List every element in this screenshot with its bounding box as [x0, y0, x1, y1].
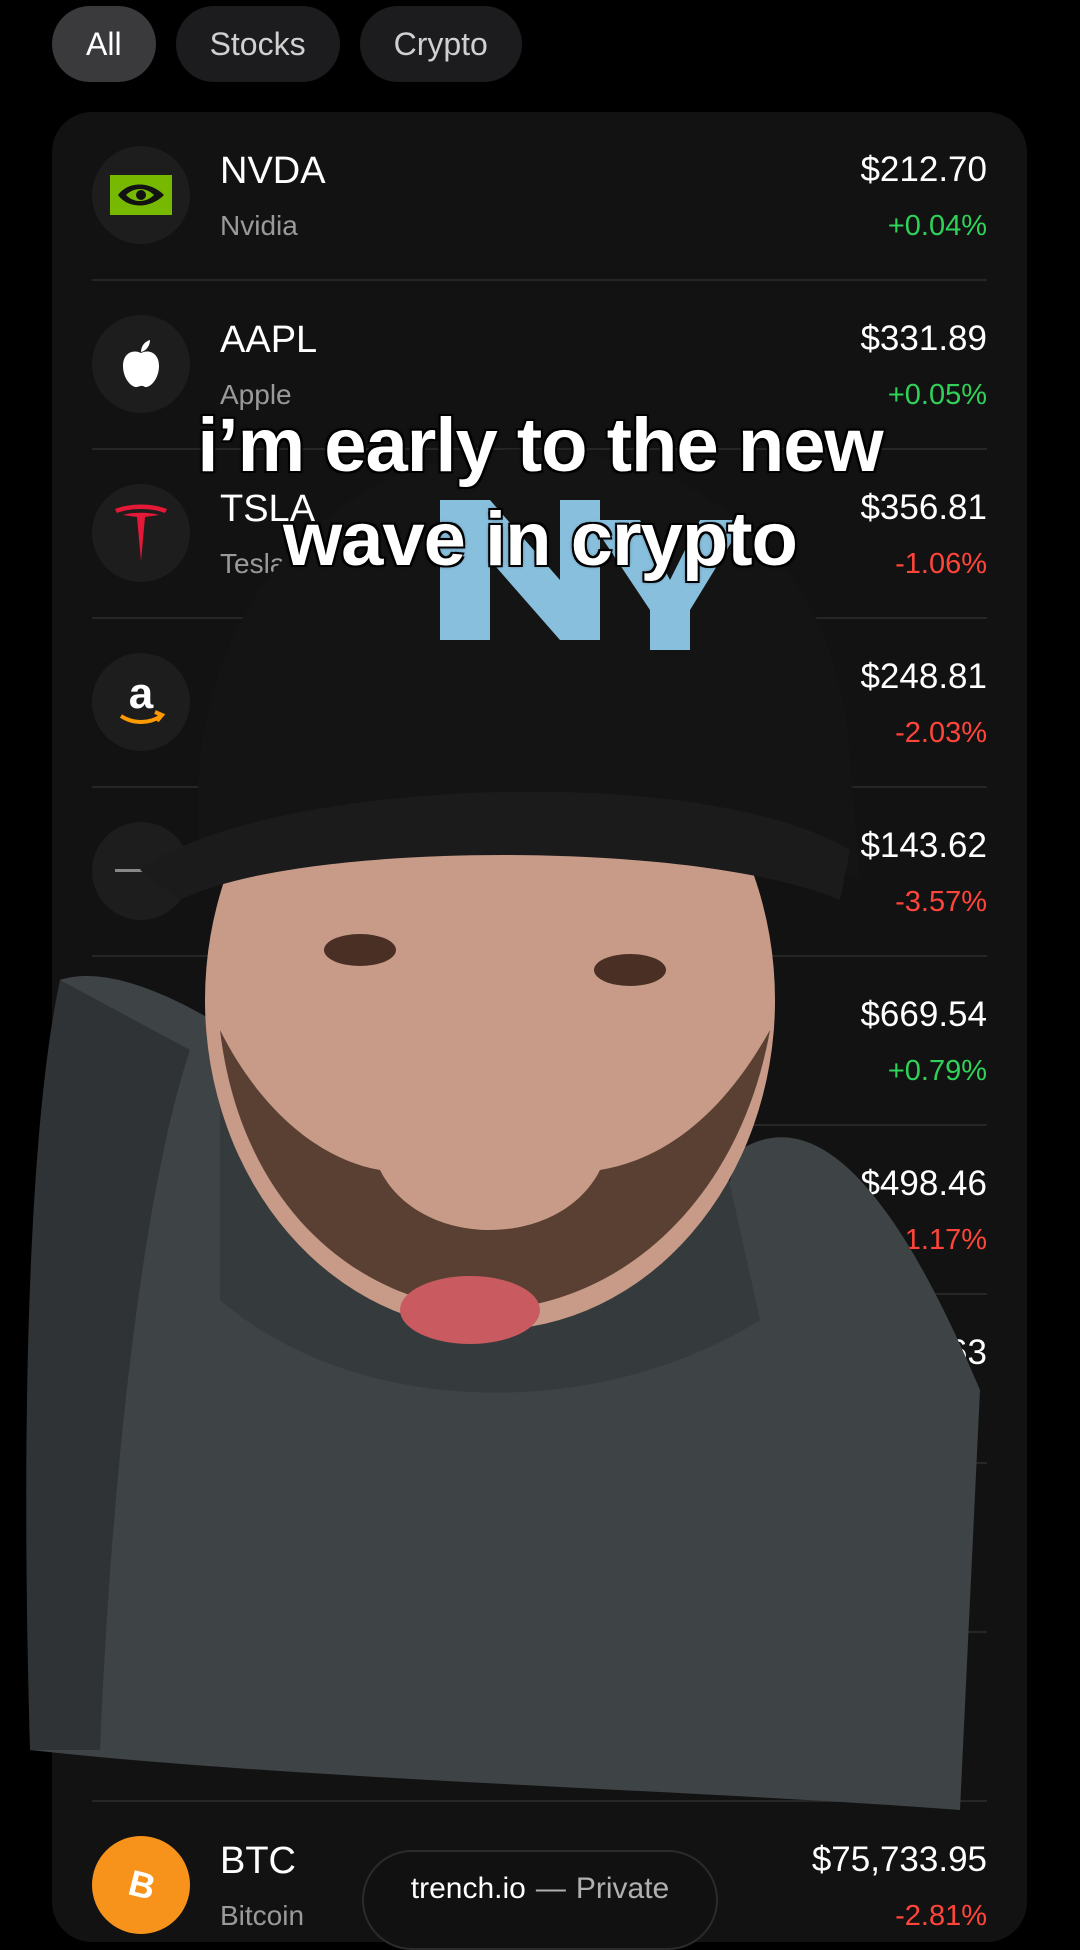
footer-label: Private	[575, 1872, 670, 1905]
amazon-icon: a	[92, 653, 190, 751]
row-price: $171.63	[860, 1333, 987, 1372]
asset-row-8[interactable]: $171.63	[92, 1295, 987, 1464]
apple-icon	[92, 315, 190, 413]
row-price: $331.89	[860, 319, 987, 358]
row-price: $248.81	[860, 657, 987, 696]
row-price: $669.54	[860, 995, 987, 1034]
row-ticker: BTC	[220, 1840, 296, 1882]
row-change: +0.04%	[887, 210, 987, 242]
tab-stocks[interactable]: Stocks	[175, 6, 340, 82]
asset-row-amzn[interactable]: a $248.81 -2.03%	[92, 619, 987, 788]
asset-row-spacex[interactable]: $143.62 -3.57%	[92, 788, 987, 957]
row-price: $498.46	[860, 1164, 987, 1203]
filter-tabs: All Stocks Crypto	[52, 6, 522, 82]
row-change: -2.81%	[895, 1900, 987, 1932]
row-ticker: AAPL	[220, 319, 318, 361]
bitcoin-icon: B	[92, 1836, 190, 1934]
row-change: -2.03%	[895, 717, 987, 749]
row-name: Nvidia	[220, 210, 298, 241]
asset-row-10[interactable]	[92, 1633, 987, 1802]
asset-row-6[interactable]: $669.54 +0.79%	[92, 957, 987, 1126]
row-change: -1.17%	[895, 1224, 987, 1256]
row-name: Bitcoin	[220, 1900, 305, 1931]
row-price: $75,733.95	[811, 1840, 987, 1879]
row-change: +0.79%	[887, 1055, 987, 1087]
svg-text:a: a	[129, 674, 154, 718]
row-price: $143.62	[860, 826, 987, 865]
asset-row-7[interactable]: $498.46 -1.17%	[92, 1126, 987, 1295]
spacex-icon	[92, 822, 190, 920]
nvidia-icon	[92, 146, 190, 244]
row-change: -3.57%	[895, 886, 987, 918]
row-ticker: NVDA	[220, 150, 326, 192]
tab-all[interactable]: All	[52, 6, 156, 82]
row-price: $212.70	[860, 150, 987, 189]
footer-pill[interactable]: trench.io — Private	[362, 1850, 718, 1950]
tab-crypto[interactable]: Crypto	[359, 6, 522, 82]
asset-row-9[interactable]	[92, 1464, 987, 1633]
footer-separator: —	[535, 1872, 566, 1905]
asset-list: NVDA Nvidia $212.70 +0.04% AAPL Apple $3…	[52, 112, 1027, 1942]
caption-line-2: wave in crypto	[283, 497, 798, 582]
asset-row-nvda[interactable]: NVDA Nvidia $212.70 +0.04%	[92, 112, 987, 281]
footer-site: trench.io	[410, 1872, 526, 1905]
caption-line-1: i’m early to the new	[197, 403, 883, 488]
